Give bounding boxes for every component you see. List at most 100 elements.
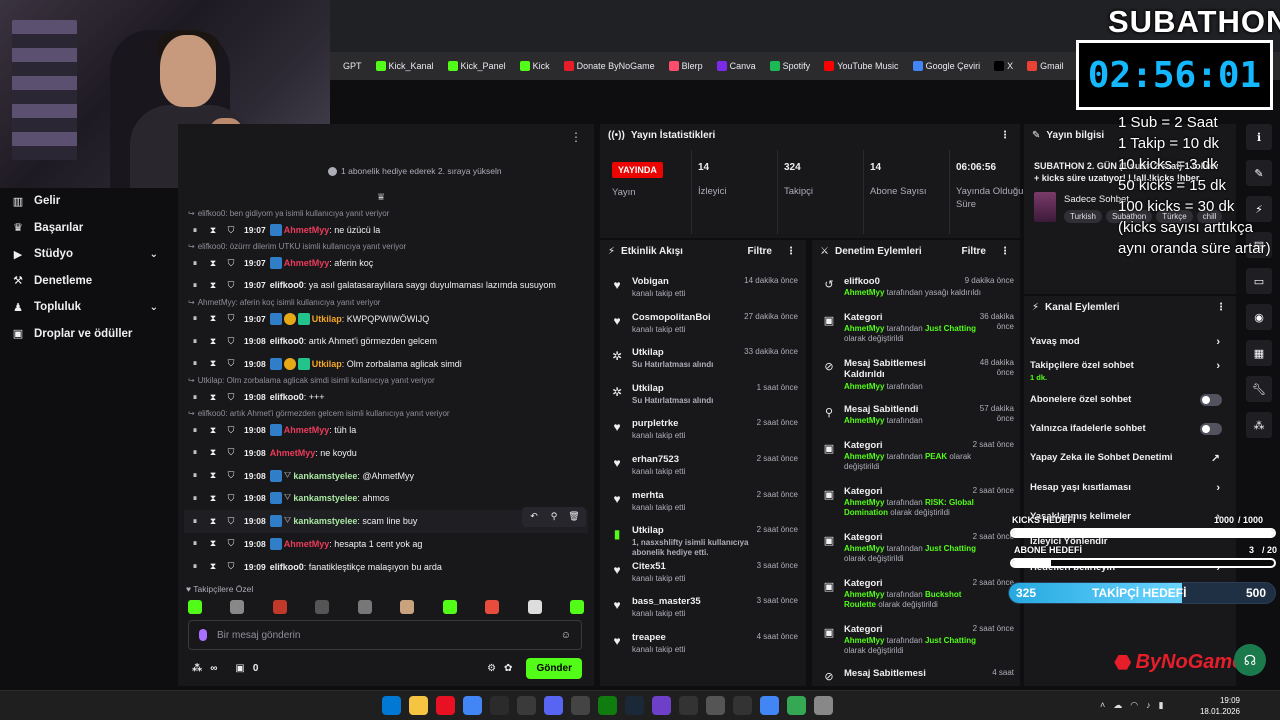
shield-icon[interactable]: ⛉ — [224, 225, 238, 236]
toggle-switch[interactable] — [1200, 394, 1222, 406]
actor-name[interactable]: AhmetMyy — [844, 416, 884, 425]
username[interactable]: kankamstyelee — [293, 516, 357, 526]
bookmark-2[interactable]: Kick_Panel — [447, 61, 506, 71]
username[interactable]: elifkoo0 — [270, 392, 304, 402]
emote-8[interactable] — [527, 600, 542, 614]
username[interactable]: AhmetMyy — [284, 258, 330, 268]
username[interactable]: elifkoo0 — [270, 336, 304, 346]
shield-icon[interactable]: ⛉ — [224, 258, 238, 269]
sidebar-item-0[interactable]: ▥ Gelir — [0, 188, 172, 215]
username[interactable]: elifkoo0 — [270, 280, 304, 290]
username[interactable]: kankamstyelee — [293, 471, 357, 481]
chevron-right-icon[interactable]: › — [1216, 482, 1220, 494]
battery-icon[interactable]: ▮ — [1159, 700, 1164, 711]
emote-5[interactable] — [400, 600, 415, 614]
timeout-icon[interactable]: ⧗ — [206, 447, 220, 458]
bookmark-10[interactable]: X — [994, 61, 1013, 71]
shield-icon[interactable]: ⛉ — [224, 313, 238, 324]
bookmark-3[interactable]: Kick — [519, 61, 550, 71]
taskbar-app-icon-13[interactable] — [733, 696, 752, 715]
emote-6[interactable] — [442, 600, 457, 614]
emoji-icon[interactable]: ☺ — [561, 630, 571, 641]
taskbar-app-icon-5[interactable] — [517, 696, 536, 715]
bookmark-9[interactable]: Google Çeviri — [912, 61, 980, 71]
channel-action-item[interactable]: Yalnızca ifadelerle sohbet — [1030, 423, 1230, 435]
channel-action-item[interactable]: Hesap yaşı kısıtlaması › — [1030, 482, 1230, 494]
ban-icon[interactable]: ⏸ — [188, 538, 202, 549]
timeout-icon[interactable]: ⧗ — [206, 425, 220, 436]
activity-username[interactable]: treapee — [632, 632, 666, 643]
timeout-icon[interactable]: ⧗ — [206, 258, 220, 269]
ban-icon[interactable]: ⏸ — [188, 447, 202, 458]
ban-icon[interactable]: ⏸ — [188, 358, 202, 369]
ban-icon[interactable]: ⏸ — [188, 336, 202, 347]
chat-icon[interactable]: ▭ — [1246, 268, 1272, 294]
activity-username[interactable]: bass_master35 — [632, 596, 701, 607]
sidebar-item-5[interactable]: ▣ Droplar ve ödüller — [0, 321, 172, 348]
actor-name[interactable]: AhmetMyy — [844, 324, 884, 333]
bookmark-11[interactable]: Gmail — [1027, 61, 1064, 71]
shield-icon[interactable]: ⛉ — [224, 538, 238, 549]
trash-icon[interactable]: 🗑︎ — [565, 509, 583, 525]
sidebar-item-4[interactable]: ♟ Topluluk ⌄ — [0, 294, 172, 321]
activity-username[interactable]: erhan7523 — [632, 454, 679, 465]
activity-menu-icon[interactable]: ⋮ — [786, 246, 796, 257]
chevron-right-icon[interactable]: › — [1216, 360, 1220, 372]
bookmark-4[interactable]: Donate ByNoGame — [563, 61, 655, 71]
activity-username[interactable]: purpletrke — [632, 418, 678, 429]
sidebar-item-1[interactable]: ♛ Başarılar — [0, 215, 172, 242]
taskbar-app-icon-1[interactable] — [409, 696, 428, 715]
ban-icon[interactable]: ⏸ — [188, 425, 202, 436]
volume-icon[interactable]: ♪ — [1146, 700, 1151, 711]
timeout-icon[interactable]: ⧗ — [206, 336, 220, 347]
cloud-icon[interactable]: ☁ — [1113, 700, 1122, 711]
wifi-icon[interactable]: ◠ — [1130, 700, 1138, 711]
activity-username[interactable]: CosmopolitanBoi — [632, 312, 711, 323]
shield-icon[interactable]: ⛉ — [224, 336, 238, 347]
shield-icon[interactable]: ⛉ — [224, 280, 238, 291]
bookmark-7[interactable]: Spotify — [769, 61, 810, 71]
username[interactable]: AhmetMyy — [284, 539, 330, 549]
activity-username[interactable]: Utkilap — [632, 383, 664, 394]
emote-1[interactable] — [230, 600, 245, 614]
activity-username[interactable]: Utkilap — [632, 525, 664, 536]
activity-username[interactable]: Citex51 — [632, 561, 666, 572]
timeout-icon[interactable]: ⧗ — [206, 225, 220, 236]
pin-icon[interactable]: ⚲ — [545, 509, 563, 525]
actor-name[interactable]: AhmetMyy — [844, 636, 884, 645]
save-icon[interactable]: ▦ — [1246, 340, 1272, 366]
channel-action-item[interactable]: Takipçilere özel sohbet 1 dk. › — [1030, 360, 1230, 382]
taskbar-app-icon-12[interactable] — [706, 696, 725, 715]
bookmark-1[interactable]: Kick_Kanal — [375, 61, 434, 71]
shield-icon[interactable]: ⛉ — [224, 425, 238, 436]
taskbar-app-icon-15[interactable] — [787, 696, 806, 715]
activity-username[interactable]: Utkilap — [632, 347, 664, 358]
gift-icon[interactable]: ✿ — [504, 663, 512, 674]
channel-action-item[interactable]: Abonelere özel sohbet — [1030, 394, 1230, 406]
timeout-icon[interactable]: ⧗ — [206, 470, 220, 481]
actor-name[interactable]: AhmetMyy — [844, 544, 884, 553]
timeout-icon[interactable]: ⧗ — [206, 280, 220, 291]
taskbar-app-icon-4[interactable] — [490, 696, 509, 715]
ban-icon[interactable]: ⏸ — [188, 516, 202, 527]
shield-icon[interactable]: ⛉ — [224, 516, 238, 527]
ban-icon[interactable]: ⏸ — [188, 561, 202, 572]
username[interactable]: kankamstyelee — [293, 493, 357, 503]
chevron-down-icon[interactable]: ⌄ — [150, 302, 158, 313]
actor-name[interactable]: AhmetMyy — [844, 590, 884, 599]
username[interactable]: AhmetMyy — [284, 225, 330, 235]
activity-username[interactable]: Vobigan — [632, 276, 669, 287]
emote-0[interactable] — [188, 600, 202, 614]
chevron-right-icon[interactable]: › — [1216, 336, 1220, 348]
sidebar-item-2[interactable]: ▶ Stüdyo ⌄ — [0, 241, 172, 268]
actor-name[interactable]: AhmetMyy — [844, 452, 884, 461]
ban-icon[interactable]: ⏸ — [188, 258, 202, 269]
taskbar-app-icon-3[interactable] — [463, 696, 482, 715]
taskbar-app-icon-9[interactable] — [625, 696, 644, 715]
username[interactable]: elifkoo0 — [270, 562, 304, 572]
ban-icon[interactable]: ⏸ — [188, 493, 202, 504]
taskbar-app-icon-10[interactable] — [652, 696, 671, 715]
ban-icon[interactable]: ⏸ — [188, 392, 202, 403]
ban-icon[interactable]: ⏸ — [188, 280, 202, 291]
mod-menu-icon[interactable]: ⋮ — [1000, 246, 1010, 257]
